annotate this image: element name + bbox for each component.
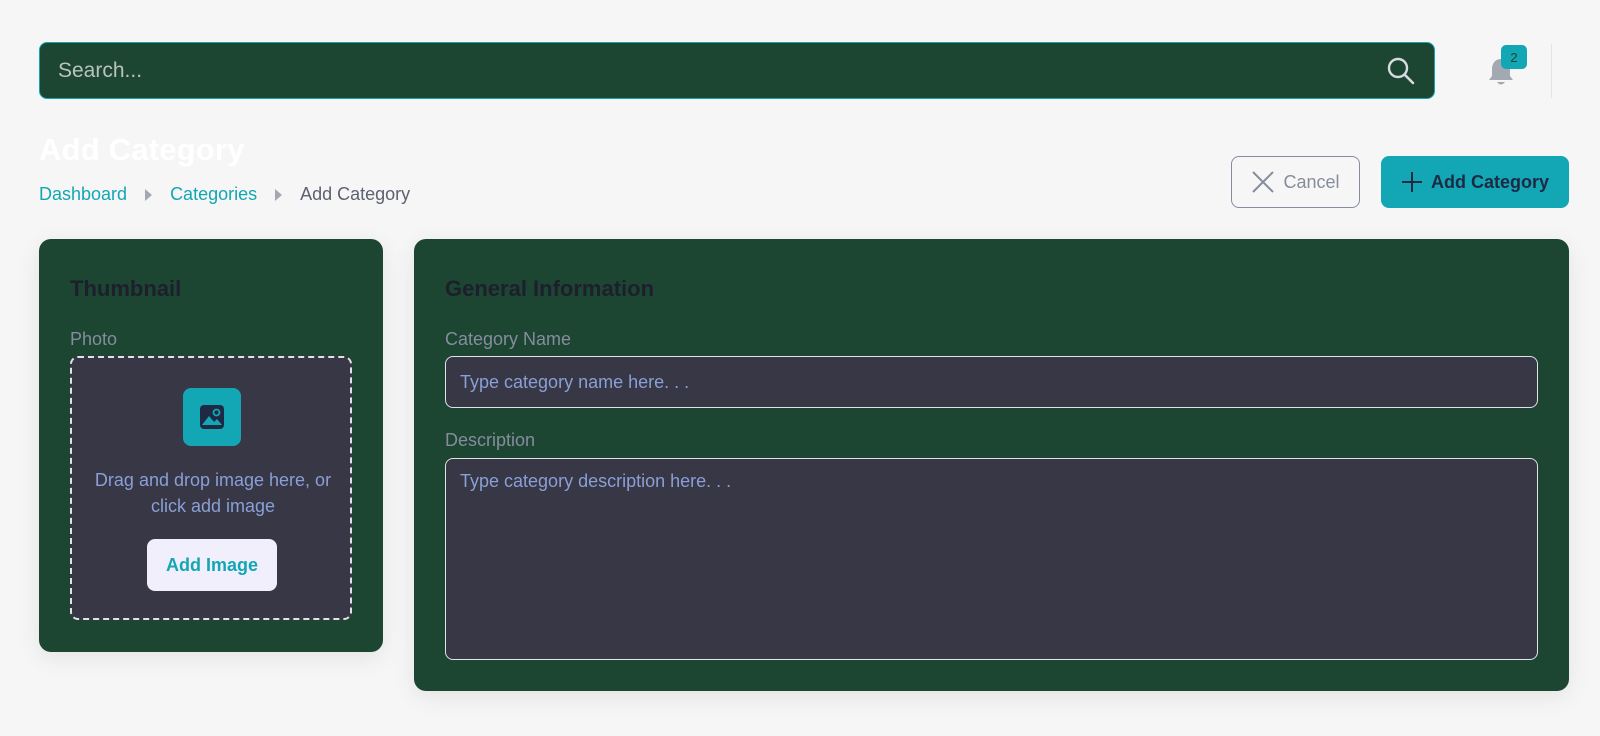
- breadcrumb: Dashboard Categories Add Category: [39, 184, 410, 205]
- image-icon: [183, 388, 241, 446]
- add-category-button[interactable]: Add Category: [1381, 156, 1569, 208]
- thumbnail-title: Thumbnail: [70, 276, 182, 301]
- close-icon: [1252, 171, 1275, 193]
- photo-label: Photo: [70, 329, 118, 349]
- breadcrumb-categories[interactable]: Categories: [170, 184, 257, 205]
- divider: [1551, 44, 1552, 98]
- search-bar[interactable]: [39, 42, 1435, 99]
- caret-right-icon: [275, 188, 283, 201]
- thumbnail-card: Thumbnail Photo Drag and drop image here…: [39, 239, 383, 652]
- plus-icon: [1401, 172, 1422, 192]
- breadcrumb-dashboard[interactable]: Dashboard: [39, 184, 127, 205]
- dropzone-hint: Drag and drop image here, or click add i…: [94, 470, 332, 516]
- caret-right-icon: [145, 188, 153, 201]
- notifications-button[interactable]: 2: [1484, 45, 1527, 92]
- search-input[interactable]: [58, 58, 1386, 83]
- image-dropzone[interactable]: Drag and drop image here, or click add i…: [70, 356, 352, 620]
- description-label: Description: [445, 430, 536, 450]
- cancel-button-label: Cancel: [1283, 171, 1340, 192]
- add-category-button-label: Add Category: [1430, 171, 1549, 192]
- search-icon[interactable]: [1386, 56, 1416, 86]
- cancel-button[interactable]: Cancel: [1231, 156, 1360, 208]
- description-textarea[interactable]: [445, 458, 1538, 660]
- category-name-input[interactable]: [445, 356, 1538, 408]
- page-title: Add Category: [39, 132, 245, 167]
- category-name-label: Category Name: [445, 329, 572, 349]
- breadcrumb-current: Add Category: [300, 184, 411, 204]
- general-information-card: General Information Category Name Descri…: [414, 239, 1569, 691]
- notification-badge: 2: [1501, 45, 1527, 69]
- add-image-button[interactable]: Add Image: [147, 539, 277, 591]
- general-information-title: General Information: [445, 276, 655, 301]
